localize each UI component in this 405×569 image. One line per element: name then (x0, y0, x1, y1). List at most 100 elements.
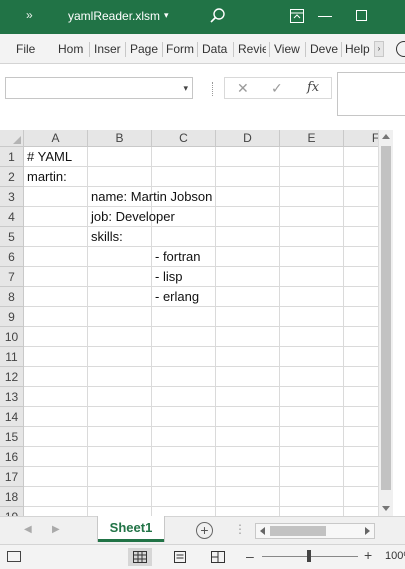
cell-value-b5[interactable]: skills: (88, 227, 123, 247)
row-header-6[interactable]: 6 (0, 247, 24, 267)
tab-data[interactable]: Data (202, 42, 230, 56)
cell-f13[interactable] (344, 387, 378, 407)
cell-f5[interactable] (344, 227, 378, 247)
formula-bar-splitter[interactable] (212, 82, 214, 96)
cell-f10[interactable] (344, 327, 378, 347)
cell-f15[interactable] (344, 427, 378, 447)
cell-d3[interactable] (216, 187, 280, 207)
cell-f19[interactable] (344, 507, 378, 516)
cell-a18[interactable] (24, 487, 88, 507)
row-header-17[interactable]: 17 (0, 467, 24, 487)
cell-d4[interactable] (216, 207, 280, 227)
cell-b14[interactable] (88, 407, 152, 427)
minimize-icon[interactable] (318, 16, 332, 17)
normal-view-button[interactable] (128, 548, 152, 566)
column-header-d[interactable]: D (216, 130, 280, 147)
cell-c9[interactable] (152, 307, 216, 327)
cell-d5[interactable] (216, 227, 280, 247)
row-header-10[interactable]: 10 (0, 327, 24, 347)
cell-c13[interactable] (152, 387, 216, 407)
cell-e6[interactable] (280, 247, 344, 267)
cell-e17[interactable] (280, 467, 344, 487)
cell-d17[interactable] (216, 467, 280, 487)
row-header-7[interactable]: 7 (0, 267, 24, 287)
cell-f17[interactable] (344, 467, 378, 487)
add-sheet-button[interactable]: + (196, 522, 213, 539)
cell-f14[interactable] (344, 407, 378, 427)
tab-file[interactable]: File (16, 42, 35, 56)
cell-b11[interactable] (88, 347, 152, 367)
tab-page-layout[interactable]: Page (130, 42, 159, 56)
cell-b15[interactable] (88, 427, 152, 447)
tab-formulas[interactable]: Form (166, 42, 194, 56)
cell-a10[interactable] (24, 327, 88, 347)
sheet-nav-prev-icon[interactable]: ◀ (24, 524, 32, 535)
cancel-icon[interactable]: ✕ (237, 80, 249, 97)
column-header-b[interactable]: B (88, 130, 152, 147)
horizontal-scroll-thumb[interactable] (270, 526, 326, 536)
cell-f2[interactable] (344, 167, 378, 187)
row-header-14[interactable]: 14 (0, 407, 24, 427)
page-layout-view-button[interactable] (168, 548, 192, 566)
cell-b2[interactable] (88, 167, 152, 187)
row-header-18[interactable]: 18 (0, 487, 24, 507)
cell-e2[interactable] (280, 167, 344, 187)
cell-d16[interactable] (216, 447, 280, 467)
cell-c17[interactable] (152, 467, 216, 487)
cell-f8[interactable] (344, 287, 378, 307)
cell-d11[interactable] (216, 347, 280, 367)
cell-e14[interactable] (280, 407, 344, 427)
file-name-caret-icon[interactable]: ▾ (164, 10, 169, 21)
cell-e8[interactable] (280, 287, 344, 307)
cell-d6[interactable] (216, 247, 280, 267)
cell-b7[interactable] (88, 267, 152, 287)
cell-value-b4[interactable]: job: Developer (88, 207, 175, 227)
column-header-c[interactable]: C (152, 130, 216, 147)
cell-b16[interactable] (88, 447, 152, 467)
cell-e7[interactable] (280, 267, 344, 287)
row-header-9[interactable]: 9 (0, 307, 24, 327)
cell-b19[interactable] (88, 507, 152, 516)
row-header-5[interactable]: 5 (0, 227, 24, 247)
select-all-corner[interactable] (0, 130, 24, 147)
cell-value-a1[interactable]: # YAML (24, 147, 72, 167)
cell-f7[interactable] (344, 267, 378, 287)
vertical-scroll-thumb[interactable] (381, 146, 391, 490)
cell-a7[interactable] (24, 267, 88, 287)
scroll-down-icon[interactable] (382, 506, 390, 511)
cell-b1[interactable] (88, 147, 152, 167)
tab-split-handle-icon[interactable]: ⋮ (234, 522, 246, 536)
cell-a8[interactable] (24, 287, 88, 307)
cell-d19[interactable] (216, 507, 280, 516)
tab-insert[interactable]: Inser (94, 42, 122, 56)
cell-a5[interactable] (24, 227, 88, 247)
cell-b12[interactable] (88, 367, 152, 387)
row-header-13[interactable]: 13 (0, 387, 24, 407)
cell-e1[interactable] (280, 147, 344, 167)
cell-b9[interactable] (88, 307, 152, 327)
cell-value-b3[interactable]: name: Martin Jobson (88, 187, 212, 207)
quick-access-expand-button[interactable]: » (26, 8, 33, 22)
cell-f9[interactable] (344, 307, 378, 327)
cell-c12[interactable] (152, 367, 216, 387)
cell-d8[interactable] (216, 287, 280, 307)
sheet-tab-sheet1[interactable]: Sheet1 (98, 516, 164, 542)
zoom-level[interactable]: 100% (385, 550, 405, 562)
enter-icon[interactable]: ✓ (271, 80, 283, 97)
cell-b6[interactable] (88, 247, 152, 267)
cell-a11[interactable] (24, 347, 88, 367)
row-header-19[interactable]: 19 (0, 507, 24, 516)
cell-e16[interactable] (280, 447, 344, 467)
cell-c10[interactable] (152, 327, 216, 347)
cell-e15[interactable] (280, 427, 344, 447)
row-header-15[interactable]: 15 (0, 427, 24, 447)
cell-b10[interactable] (88, 327, 152, 347)
cell-f1[interactable] (344, 147, 378, 167)
cell-e12[interactable] (280, 367, 344, 387)
cell-c15[interactable] (152, 427, 216, 447)
cell-a9[interactable] (24, 307, 88, 327)
cell-a13[interactable] (24, 387, 88, 407)
cell-e19[interactable] (280, 507, 344, 516)
cell-d9[interactable] (216, 307, 280, 327)
column-header-e[interactable]: E (280, 130, 344, 147)
